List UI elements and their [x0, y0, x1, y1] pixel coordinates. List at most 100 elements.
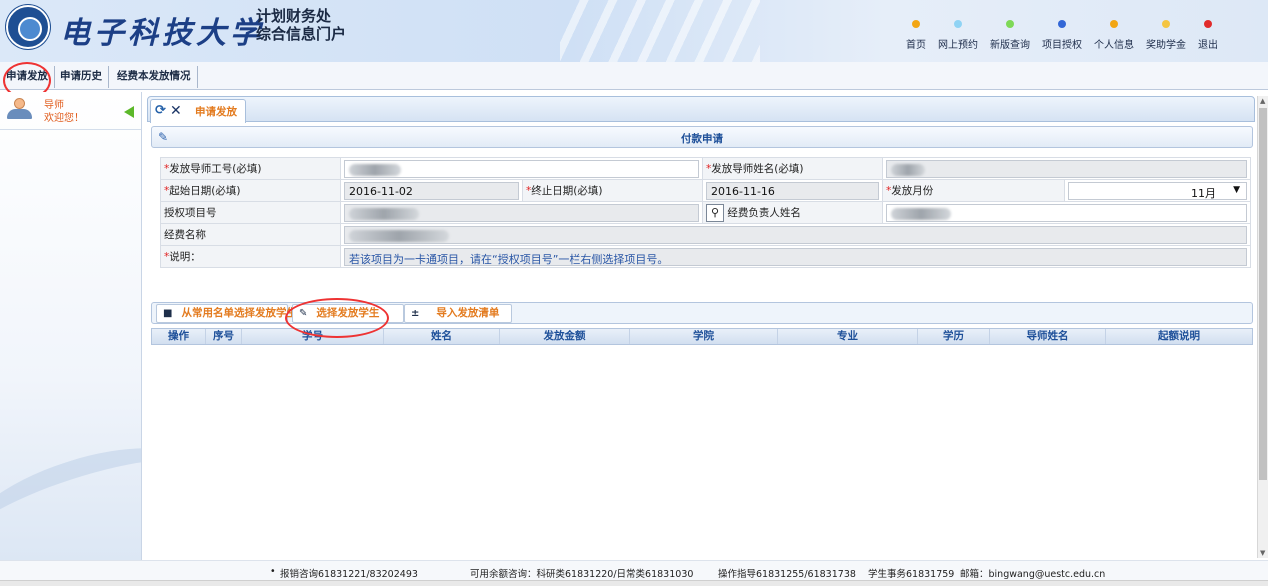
nav-personal-info[interactable]: 个人信息 [1094, 20, 1134, 51]
start-date-label: *起始日期(必填) [160, 179, 341, 202]
footer-balance: 可用余额咨询：科研类61831220/日常类61831030 [470, 569, 694, 580]
main-content: ⟳ ✕ 申请发放 ✎ 付款申请 *发放导师工号(必填) *发放导师姓名(必填) … [147, 96, 1255, 558]
portal-title-line1: 计划财务处 [256, 7, 332, 25]
collapse-arrow-icon[interactable] [124, 106, 134, 118]
portal-title: 计划财务处 综合信息门户 [256, 7, 346, 43]
nav-project-auth[interactable]: 项目授权 [1042, 20, 1082, 51]
nav-new-query[interactable]: 新版查询 [990, 20, 1030, 51]
menu-bar: 申请发放 申请历史 经费本发放情况 [0, 62, 1268, 90]
header-decoration [560, 0, 760, 62]
end-date-label: *终止日期(必填) [522, 179, 703, 202]
fund-name-field [344, 225, 1247, 244]
col-name[interactable]: 姓名 [384, 329, 500, 344]
teacher-name-label: *发放导师姓名(必填) [702, 157, 883, 180]
nav-home[interactable]: 首页 [906, 20, 926, 51]
col-seq[interactable]: 序号 [206, 329, 242, 344]
vertical-scrollbar[interactable]: ▲ ▼ [1257, 96, 1268, 558]
content-tabstrip: ⟳ ✕ 申请发放 [147, 96, 1255, 123]
refresh-icon[interactable]: ⟳ [155, 103, 166, 119]
manager-cell [882, 201, 1251, 224]
chevron-down-icon: ▼ [1233, 184, 1240, 195]
col-amount[interactable]: 发放金额 [500, 329, 630, 344]
note-field[interactable]: 若该项目为一卡通项目，请在“授权项目号”一栏右侧选择项目号。 [344, 247, 1247, 266]
logout-dot-icon [1204, 20, 1212, 28]
import-icon: ± [411, 308, 420, 319]
project-no-field[interactable] [344, 203, 699, 222]
footer-email: 邮箱：bingwang@uestc.edu.cn [960, 569, 1106, 580]
menu-tab-fund-status[interactable]: 经费本发放情况 [111, 66, 198, 88]
footer-bullet-icon: • [270, 566, 276, 577]
payment-panel-header: ✎ 付款申请 [151, 126, 1253, 148]
manager-name-field[interactable] [886, 203, 1247, 222]
user-info: 导师 欢迎您！ [0, 92, 141, 130]
nav-label: 网上预约 [938, 40, 978, 51]
nav-label: 首页 [906, 40, 926, 51]
portal-header: 电子科技大学 计划财务处 综合信息门户 首页 网上预约 新版查询 项目授权 个人… [0, 0, 1268, 62]
payment-form: *发放导师工号(必填) *发放导师姓名(必填) *起始日期(必填) 2016-1… [160, 157, 1251, 268]
portal-title-line2: 综合信息门户 [256, 25, 347, 43]
col-college[interactable]: 学院 [630, 329, 778, 344]
teacher-name-cell [882, 157, 1251, 180]
col-advisor[interactable]: 导师姓名 [990, 329, 1106, 344]
top-navigation: 首页 网上预约 新版查询 项目授权 个人信息 奖助学金 退出 [906, 20, 1230, 51]
col-major[interactable]: 专业 [778, 329, 918, 344]
month-value: 11月 [1191, 186, 1216, 200]
sidebar-decoration [0, 425, 141, 570]
scroll-down-icon[interactable]: ▼ [1260, 549, 1265, 557]
nav-logout[interactable]: 退出 [1198, 20, 1218, 51]
import-list-button[interactable]: ± 导入发放清单 [404, 304, 512, 323]
month-label: *发放月份 [882, 179, 1065, 202]
browser-status-bar [0, 580, 1268, 586]
home-dot-icon [912, 20, 920, 28]
nav-online-booking[interactable]: 网上预约 [938, 20, 978, 51]
nav-label: 奖助学金 [1146, 40, 1186, 51]
col-degree[interactable]: 学历 [918, 329, 990, 344]
tab-label: 申请发放 [195, 106, 237, 118]
contact-footer: • 报销咨询61831221/83202493 可用余额咨询：科研类618312… [0, 560, 1268, 580]
teacher-id-cell [340, 157, 703, 180]
close-icon[interactable]: ✕ [170, 103, 182, 119]
teacher-id-label: *发放导师工号(必填) [160, 157, 341, 180]
scroll-up-icon[interactable]: ▲ [1260, 97, 1265, 105]
nav-label: 新版查询 [990, 40, 1030, 51]
menu-tab-history[interactable]: 申请历史 [54, 66, 109, 88]
manager-label: ⚲ 经费负责人姓名 [702, 201, 883, 224]
nav-scholarship[interactable]: 奖助学金 [1146, 20, 1186, 51]
col-note[interactable]: 起额说明 [1106, 329, 1252, 344]
nav-label: 个人信息 [1094, 40, 1134, 51]
col-action[interactable]: 操作 [152, 329, 206, 344]
teacher-id-field[interactable] [344, 159, 699, 178]
footer-student-affairs: 学生事务61831759 [868, 569, 955, 580]
panel-title: 付款申请 [681, 133, 723, 145]
select-students-button[interactable]: ✎ 选择发放学生 [292, 304, 404, 323]
note-cell: 若该项目为一卡通项目，请在“授权项目号”一栏右侧选择项目号。 [340, 245, 1251, 268]
info-dot-icon [1110, 20, 1118, 28]
select-from-list-button[interactable]: ■ 从常用名单选择发放学生 [156, 304, 297, 323]
university-name-logo: 电子科技大学 [60, 16, 264, 51]
footer-reimburse: 报销咨询61831221/83202493 [280, 569, 418, 580]
student-toolbar: ■ 从常用名单选择发放学生 ✎ 选择发放学生 ± 导入发放清单 [151, 302, 1253, 324]
end-date-cell: 2016-11-16 [702, 179, 883, 202]
start-date-field[interactable]: 2016-11-02 [344, 181, 519, 200]
scholarship-dot-icon [1162, 20, 1170, 28]
project-no-label: 授权项目号 [160, 201, 341, 224]
end-date-field[interactable]: 2016-11-16 [706, 181, 879, 200]
project-no-cell [340, 201, 703, 224]
fund-name-cell [340, 223, 1251, 246]
col-student-id[interactable]: 学号 [242, 329, 384, 344]
menu-tab-apply[interactable]: 申请发放 [0, 66, 55, 88]
user-avatar-icon [4, 98, 34, 119]
month-cell: 11月 ▼ [1064, 179, 1251, 202]
search-icon[interactable]: ⚲ [706, 203, 724, 222]
auth-dot-icon [1058, 20, 1066, 28]
note-label: *说明： [160, 245, 341, 268]
welcome-text: 欢迎您！ [44, 113, 84, 124]
booking-dot-icon [954, 20, 962, 28]
query-dot-icon [1006, 20, 1014, 28]
start-date-cell: 2016-11-02 [340, 179, 523, 202]
university-seal-logo [6, 5, 50, 49]
month-select[interactable]: 11月 ▼ [1068, 181, 1247, 200]
nav-label: 项目授权 [1042, 40, 1082, 51]
tab-apply[interactable]: ⟳ ✕ 申请发放 [150, 99, 246, 123]
scrollbar-thumb[interactable] [1259, 108, 1267, 480]
